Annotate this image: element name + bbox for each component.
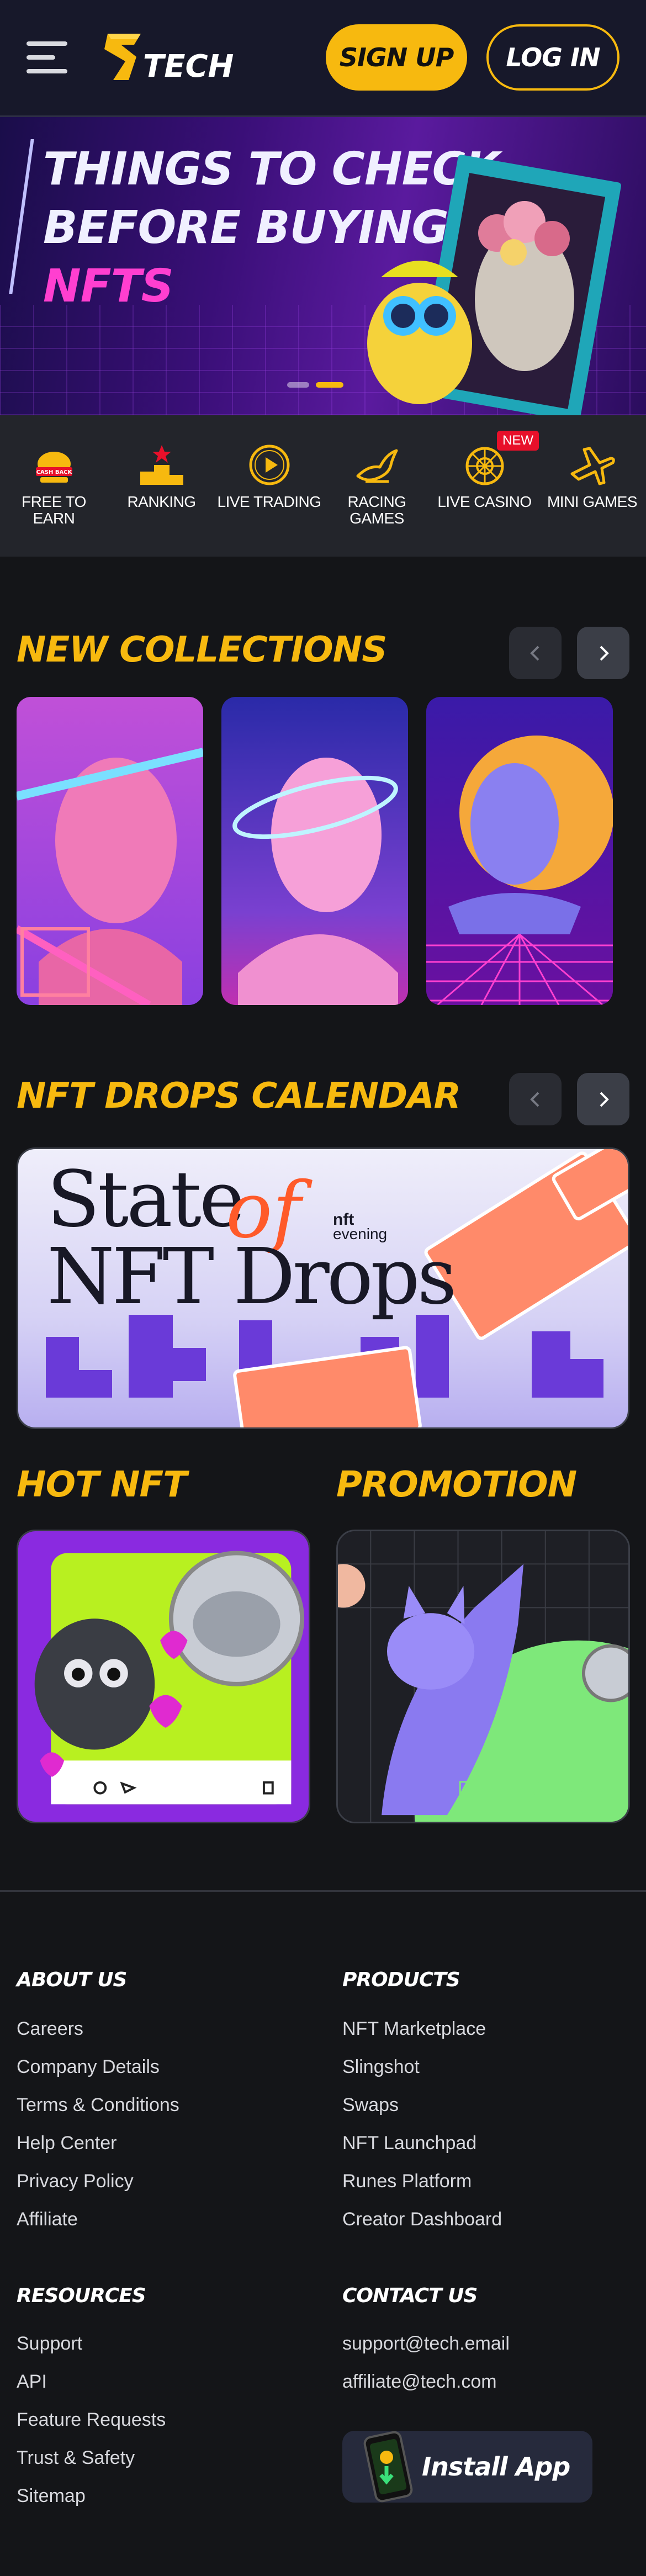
- phone-download-icon: [363, 2431, 413, 2503]
- category-label: LIVE TRADING: [217, 493, 321, 510]
- collection-artwork: [221, 697, 408, 1005]
- footer-divider: [0, 1890, 646, 1892]
- footer-resources-title: RESOURCES: [17, 2284, 146, 2307]
- drops-banner-nft-drops: NFT Drops: [47, 1232, 457, 1322]
- footer-link-terms[interactable]: Terms & Conditions: [17, 2094, 179, 2116]
- drops-next-button[interactable]: [577, 1073, 629, 1125]
- footer-link-swaps[interactable]: Swaps: [342, 2094, 399, 2116]
- footer-about-title: ABOUT US: [17, 1969, 127, 1991]
- chevron-right-icon: [600, 646, 609, 660]
- collection-card[interactable]: [221, 697, 408, 1005]
- logo-mark-icon: [104, 33, 141, 80]
- hero-banner[interactable]: THINGS TO CHECK BEFORE BUYING NFTS: [0, 117, 646, 415]
- logo-text: TECH: [143, 49, 234, 84]
- category-bar: CASH BACK FREE TO EARN RANKING LIVE TRADI…: [0, 415, 646, 557]
- nft-drops-calendar-title: NFT DROPS CALENDAR: [17, 1076, 461, 1117]
- new-collections-title: NEW COLLECTIONS: [17, 630, 387, 670]
- footer-link-careers[interactable]: Careers: [17, 2018, 83, 2040]
- install-app-button[interactable]: Install App: [342, 2431, 592, 2503]
- promotion-title: PROMOTION: [336, 1464, 577, 1505]
- category-label: FREE TO EARN: [22, 493, 86, 527]
- footer-link-affiliate[interactable]: Affiliate: [17, 2209, 78, 2230]
- ranking-podium-icon: [140, 445, 183, 485]
- footer-link-runes-platform[interactable]: Runes Platform: [342, 2171, 472, 2192]
- footer-link-trust-safety[interactable]: Trust & Safety: [17, 2447, 135, 2469]
- footer-link-support[interactable]: Support: [17, 2333, 82, 2355]
- category-live-trading[interactable]: LIVE TRADING: [215, 415, 323, 557]
- install-app-label: Install App: [422, 2452, 570, 2482]
- collections-prev-button[interactable]: [509, 627, 562, 679]
- category-racing-games[interactable]: RACING GAMES: [323, 415, 431, 557]
- drops-prev-button[interactable]: [509, 1073, 562, 1125]
- hot-nft-title: HOT NFT: [17, 1464, 187, 1505]
- log-in-button[interactable]: LOG IN: [486, 24, 619, 91]
- footer-link-nft-launchpad[interactable]: NFT Launchpad: [342, 2133, 476, 2154]
- footer-link-affiliate-email[interactable]: affiliate@tech.com: [342, 2371, 497, 2393]
- chevron-left-icon: [529, 646, 539, 660]
- category-label: LIVE CASINO: [437, 493, 532, 510]
- site-header: TECH SIGN UP LOG IN: [0, 0, 646, 117]
- collection-artwork: [426, 697, 613, 1005]
- new-badge: NEW: [497, 431, 539, 451]
- footer-link-creator-dashboard[interactable]: Creator Dashboard: [342, 2209, 502, 2230]
- cash-back-badge-text: CASH BACK: [36, 469, 72, 475]
- footer-link-privacy-policy[interactable]: Privacy Policy: [17, 2171, 134, 2192]
- footer-products-title: PRODUCTS: [342, 1969, 460, 1991]
- category-live-casino[interactable]: NEW LIVE CASINO: [431, 415, 539, 557]
- hero-accent-line: [9, 139, 34, 294]
- play-circle-icon: [249, 445, 289, 485]
- footer-contact-title: CONTACT US: [342, 2284, 478, 2307]
- chevron-left-icon: [529, 1092, 539, 1107]
- chevron-right-icon: [600, 1092, 609, 1107]
- hot-nft-card[interactable]: [17, 1530, 310, 1823]
- drops-banner-state: State: [47, 1155, 245, 1245]
- promotion-artwork: MEMEC: [338, 1531, 628, 1822]
- nft-drops-banner[interactable]: State of nft evening NFT Drops: [17, 1147, 629, 1429]
- collection-artwork: [17, 697, 203, 1005]
- category-label: RANKING: [127, 493, 196, 510]
- hero-carousel-dots: [287, 382, 343, 388]
- site-logo[interactable]: TECH: [102, 29, 234, 84]
- category-free-to-earn[interactable]: CASH BACK FREE TO EARN: [0, 415, 108, 557]
- hamburger-menu-icon[interactable]: [27, 41, 67, 73]
- footer-link-company-details[interactable]: Company Details: [17, 2056, 160, 2078]
- category-mini-games[interactable]: MINI GAMES: [538, 415, 646, 557]
- hero-nft-artwork: [367, 155, 621, 415]
- cash-back-icon: CASH BACK: [35, 452, 72, 483]
- hot-nft-artwork: [18, 1531, 309, 1822]
- footer-link-sitemap[interactable]: Sitemap: [17, 2485, 86, 2507]
- collection-card[interactable]: [17, 697, 203, 1005]
- category-ranking[interactable]: RANKING: [108, 415, 215, 557]
- footer-link-slingshot[interactable]: Slingshot: [342, 2056, 420, 2078]
- category-label: RACING GAMES: [347, 493, 406, 527]
- footer-link-help-center[interactable]: Help Center: [17, 2133, 117, 2154]
- airplane-icon: [570, 447, 615, 485]
- racing-horse-icon: [356, 449, 398, 483]
- category-label: MINI GAMES: [547, 493, 638, 510]
- collection-card[interactable]: [426, 697, 613, 1005]
- footer-link-api[interactable]: API: [17, 2371, 47, 2393]
- footer-link-feature-requests[interactable]: Feature Requests: [17, 2409, 166, 2431]
- footer-link-support-email[interactable]: support@tech.email: [342, 2333, 510, 2355]
- carousel-dot[interactable]: [287, 382, 309, 388]
- sign-up-button[interactable]: SIGN UP: [326, 24, 467, 91]
- carousel-dot-active[interactable]: [316, 382, 343, 388]
- promotion-art-text: MEMEC: [458, 1772, 606, 1822]
- collections-next-button[interactable]: [577, 627, 629, 679]
- footer-link-nft-marketplace[interactable]: NFT Marketplace: [342, 2018, 486, 2040]
- promotion-card[interactable]: MEMEC: [336, 1530, 630, 1823]
